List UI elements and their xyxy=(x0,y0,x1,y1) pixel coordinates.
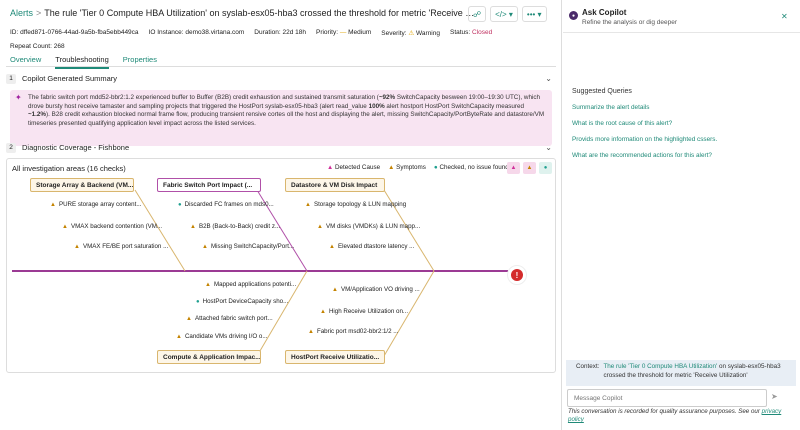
symptom-icon: ▲ xyxy=(305,201,311,208)
fishbone-leaf[interactable]: ▲ Mapped applications potenti... xyxy=(205,281,296,288)
send-icon[interactable]: ➤ xyxy=(771,392,778,401)
fishbone-leaf[interactable]: ▲ Attached fabric switch port... xyxy=(186,315,273,322)
context-label: Context: xyxy=(576,363,600,370)
fishbone-leaf[interactable]: ● HostPort DeviceCapacity sho... xyxy=(196,298,288,305)
fishbone-leaf[interactable]: ▲ Candidate VMs driving I/O o... xyxy=(176,333,268,340)
copilot-title: Ask Copilot xyxy=(582,8,627,17)
suggested-query[interactable]: What is the root cause of this alert? xyxy=(572,120,672,127)
alert-icon: ! xyxy=(511,269,523,281)
fishbone-node-fabric-switch[interactable]: Fabric Switch Port Impact (... xyxy=(157,178,261,192)
symptom-icon: ▲ xyxy=(74,243,80,250)
fishbone-leaf[interactable]: ▲ Elevated dtastore latency ... xyxy=(329,243,414,250)
symptom-icon: ▲ xyxy=(202,243,208,250)
symptom-icon: ▲ xyxy=(329,243,335,250)
symptom-icon: ▲ xyxy=(205,281,211,288)
context-text: The rule 'Tier 0 Compute HBA Utilization… xyxy=(603,363,781,379)
fishbone-leaf[interactable]: ▲ Missing SwitchCapacity/Port... xyxy=(202,243,294,250)
fishbone-bones xyxy=(12,189,508,357)
checked-icon: ● xyxy=(178,201,182,208)
fishbone-node-compute[interactable]: Compute & Application Impac... xyxy=(157,350,261,364)
fishbone-leaf[interactable]: ▲ Fabric port msd02-bbr2:1/2 ... xyxy=(308,328,398,335)
fishbone-node-storage-array[interactable]: Storage Array & Backend (VM... xyxy=(30,178,134,192)
suggested-queries-title: Suggested Queries xyxy=(572,88,632,95)
symptom-icon: ▲ xyxy=(186,315,192,322)
copilot-logo-icon: ● xyxy=(569,11,578,20)
fishbone-leaf[interactable]: ▲ VMAX FE/BE port saturation ... xyxy=(74,243,168,250)
fishbone-leaf[interactable]: ▲ Storage topology & LUN mapping xyxy=(305,201,406,208)
fishbone-node-datastore[interactable]: Datastore & VM Disk Impact xyxy=(285,178,385,192)
privacy-notice: This conversation is recorded for qualit… xyxy=(568,408,782,423)
symptom-icon: ▲ xyxy=(62,223,68,230)
copilot-subtitle: Refine the analysis or dig deeper xyxy=(582,19,678,26)
fishbone-leaf[interactable]: ▲ PURE storage array content... xyxy=(50,201,142,208)
fishbone-leaf[interactable]: ▲ High Receive Utilization on... xyxy=(320,308,408,315)
checked-icon: ● xyxy=(196,298,200,305)
close-icon[interactable]: ✕ xyxy=(781,12,788,21)
suggested-query[interactable]: Summarize the alert details xyxy=(572,104,649,111)
fishbone-leaf[interactable]: ▲ B2B (Back-to-Back) credit z... xyxy=(190,223,280,230)
symptom-icon: ▲ xyxy=(317,223,323,230)
symptom-icon: ▲ xyxy=(176,333,182,340)
message-input[interactable] xyxy=(567,389,767,407)
symptom-icon: ▲ xyxy=(190,223,196,230)
symptom-icon: ▲ xyxy=(308,328,314,335)
fishbone-leaf[interactable]: ▲ VM/Application VO driving ... xyxy=(332,286,420,293)
symptom-icon: ▲ xyxy=(50,201,56,208)
fishbone-leaf[interactable]: ▲ VMAX backend contention (VM... xyxy=(62,223,162,230)
fishbone-leaf[interactable]: ● Discarded FC frames on mds0... xyxy=(178,201,274,208)
fishbone-leaf[interactable]: ▲ VM disks (VMDKs) & LUN mapp... xyxy=(317,223,420,230)
fishbone-node-hostport[interactable]: HostPort Receive Utilizatio... xyxy=(285,350,385,364)
suggested-query[interactable]: What are the recommended actions for thi… xyxy=(572,152,712,159)
symptom-icon: ▲ xyxy=(332,286,338,293)
context-box: Context: The rule 'Tier 0 Compute HBA Ut… xyxy=(566,360,796,386)
suggested-query[interactable]: Provids more information on the highligh… xyxy=(572,136,717,143)
copilot-divider xyxy=(563,32,800,33)
main-panel: Alerts > The rule 'Tier 0 Compute HBA Util… xyxy=(0,0,562,430)
fishbone-head[interactable]: ! xyxy=(507,265,527,285)
symptom-icon: ▲ xyxy=(320,308,326,315)
